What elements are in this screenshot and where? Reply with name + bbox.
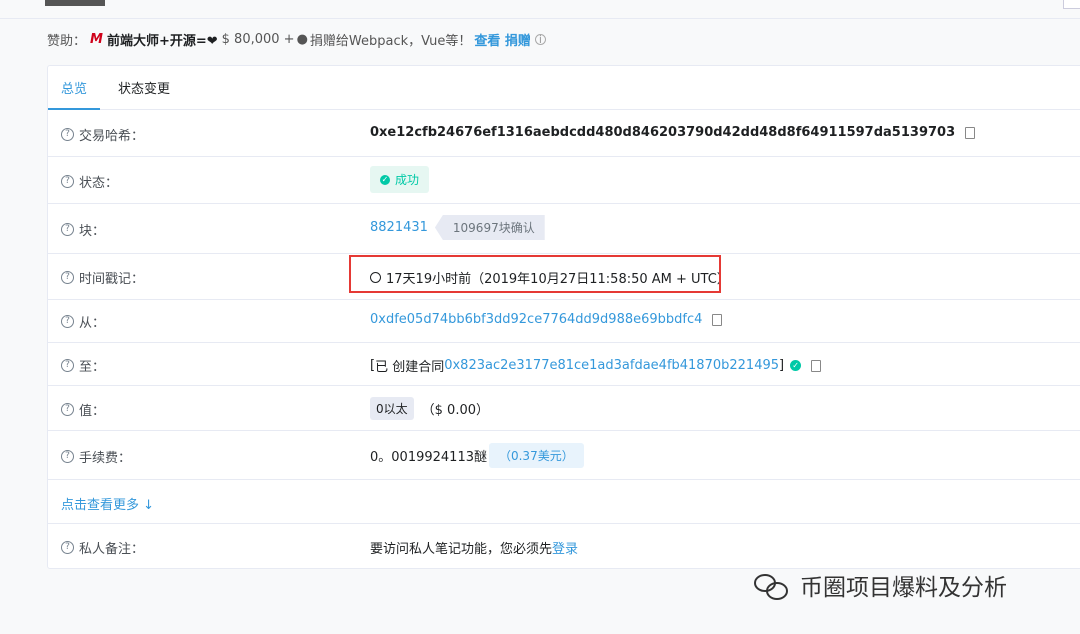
fee-amount: 0。0019924113醚 xyxy=(370,450,487,465)
sponsor-brand: 前端大师+开源=❤ xyxy=(106,34,218,49)
wechat-icon xyxy=(752,570,792,600)
to-bracket-close: ] xyxy=(779,358,785,373)
tx-hash-value: 0xe12cfb24676ef1316aebdcdd480d846203790d… xyxy=(370,125,956,140)
help-icon[interactable]: ? xyxy=(61,541,74,554)
fee-label: 手续费： xyxy=(79,451,132,466)
block-link[interactable]: 8821431 xyxy=(370,220,428,235)
status-badge: ✓ 成功 xyxy=(370,166,430,193)
tab-overview[interactable]: 总览 xyxy=(47,78,101,110)
page-header-remnant xyxy=(45,0,105,6)
show-more-link[interactable]: 点击查看更多 ↓ xyxy=(61,494,154,513)
row-value: ? 值： 0以太 （$ 0.00） xyxy=(48,386,1080,431)
info-icon[interactable]: i xyxy=(534,34,546,45)
watermark: 币圈项目爆料及分析 xyxy=(752,568,1007,602)
to-label: 至： xyxy=(79,360,106,375)
login-link[interactable]: 登录 xyxy=(552,538,578,557)
sponsor-link[interactable]: 查看 捐赠 xyxy=(474,30,531,49)
row-fee: ? 手续费： 0。0019924113醚 （0.37美元） xyxy=(48,431,1080,480)
status-value: 成功 xyxy=(395,173,420,187)
watermark-text: 币圈项目爆料及分析 xyxy=(800,575,1007,601)
header-control[interactable] xyxy=(1063,0,1080,9)
highlight-box xyxy=(349,255,721,293)
sponsor-prefix: 赞助： xyxy=(47,34,87,49)
row-private-note: ? 私人备注： 要访问私人笔记功能，您必须先 登录 xyxy=(48,523,1080,568)
help-icon[interactable]: ? xyxy=(61,450,74,463)
help-icon[interactable]: ? xyxy=(61,315,74,328)
copy-icon[interactable] xyxy=(709,310,723,326)
help-icon[interactable]: ? xyxy=(61,223,74,236)
value-amount: 0以太 xyxy=(370,397,414,420)
sponsor-desc: 捐赠给Webpack，Vue等！ xyxy=(309,34,472,49)
row-tx-hash: ? 交易哈希： 0xe12cfb24676ef1316aebdcdd480d846… xyxy=(48,110,1080,157)
copy-icon[interactable] xyxy=(808,356,822,372)
copy-icon[interactable] xyxy=(962,123,976,139)
timestamp-label: 时间戳记： xyxy=(79,272,145,287)
block-label: 块： xyxy=(79,224,106,239)
value-label: 值： xyxy=(79,404,106,419)
sponsor-logo-icon: M xyxy=(90,32,103,47)
tab-bar: 总览 状态变更 xyxy=(47,66,1080,110)
row-from: ? 从： 0xdfe05d74bb6bf3dd92ce7764dd9d988e69… xyxy=(48,300,1080,343)
row-to: ? 至： [ 已 创建合同 0x823ac2e3177e81ce1ad3afdae… xyxy=(48,343,1080,386)
row-status: ? 状态： ✓ 成功 xyxy=(48,157,1080,204)
from-address-link[interactable]: 0xdfe05d74bb6bf3dd92ce7764dd9d988e69bbdf… xyxy=(370,312,702,327)
from-label: 从： xyxy=(79,316,106,331)
transaction-card: 总览 状态变更 ? 交易哈希： 0xe12cfb24676ef1316aebdcd… xyxy=(47,65,1080,569)
row-block: ? 块： 8821431 109697块确认 xyxy=(48,204,1080,254)
sponsor-amount: $ 80,000 + xyxy=(221,32,295,47)
help-icon[interactable]: ? xyxy=(61,271,74,284)
sponsor-banner: 赞助： M 前端大师+开源=❤ $ 80,000 + ● 捐赠给Webpack，… xyxy=(47,30,546,49)
fee-usd-badge: （0.37美元） xyxy=(488,443,584,468)
check-circle-icon: ✓ xyxy=(380,174,390,185)
help-icon[interactable]: ? xyxy=(61,175,74,188)
help-icon[interactable]: ? xyxy=(61,128,74,141)
private-note-label: 私人备注： xyxy=(79,542,145,557)
tab-state-changes[interactable]: 状态变更 xyxy=(118,78,170,97)
help-icon[interactable]: ? xyxy=(61,359,74,372)
tx-hash-label: 交易哈希： xyxy=(79,129,145,144)
moneybag-icon: ● xyxy=(296,32,308,47)
verified-check-icon: ✓ xyxy=(790,360,802,371)
help-icon[interactable]: ? xyxy=(61,403,74,416)
status-label: 状态： xyxy=(79,176,119,191)
top-strip xyxy=(0,0,1080,19)
contract-address-link[interactable]: 0x823ac2e3177e81ce1ad3afdae4fb41870b2214… xyxy=(444,358,779,373)
contract-created-label: 已 创建合同 xyxy=(375,360,445,375)
confirmations-badge: 109697块确认 xyxy=(434,215,545,240)
value-usd: （$ 0.00） xyxy=(421,403,489,418)
private-note-text: 要访问私人笔记功能，您必须先 xyxy=(370,542,553,557)
